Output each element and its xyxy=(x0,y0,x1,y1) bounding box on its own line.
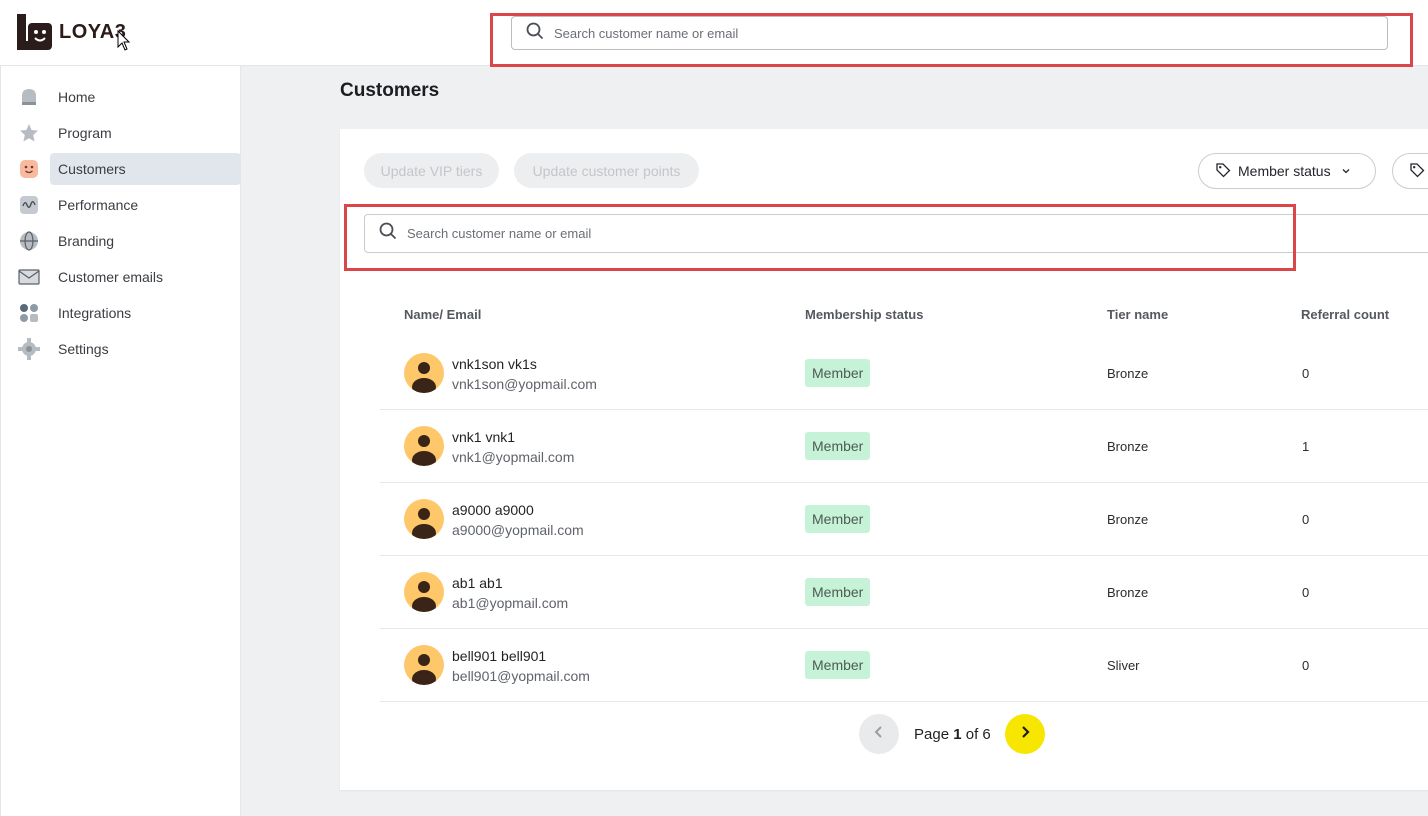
logo-mark-icon xyxy=(17,14,53,50)
sidebar-item-customer-emails[interactable]: Customer emails xyxy=(17,261,241,293)
column-header-status[interactable]: Membership status xyxy=(805,307,923,322)
mail-icon xyxy=(17,265,41,289)
star-icon xyxy=(17,121,41,145)
status-badge: Member xyxy=(805,651,871,679)
previous-page-button[interactable] xyxy=(859,714,899,754)
sidebar-item-label: Settings xyxy=(58,341,109,357)
sidebar-item-customers[interactable]: Customers xyxy=(17,153,241,185)
member-status-filter[interactable]: Member status xyxy=(1198,153,1376,189)
sidebar: Home Program Customers Performance Brand… xyxy=(0,66,241,816)
sidebar-item-home[interactable]: Home xyxy=(17,81,241,113)
status-badge: Member xyxy=(805,578,871,606)
highlight-box-header-search xyxy=(490,13,1413,67)
tier-name: Bronze xyxy=(1107,585,1149,600)
customer-email: bell901@yopmail.com xyxy=(452,668,590,684)
status-badge: Member xyxy=(805,432,871,460)
customer-name: bell901 bell901 xyxy=(452,648,547,664)
current-page: 1 xyxy=(953,726,962,743)
table-row[interactable]: bell901 bell901 bell901@yopmail.com Memb… xyxy=(380,629,1428,702)
update-customer-points-button[interactable]: Update customer points xyxy=(514,153,699,188)
sidebar-item-label: Program xyxy=(58,125,112,141)
tier-name: Bronze xyxy=(1107,366,1149,381)
grid-icon xyxy=(17,301,41,325)
wave-icon xyxy=(17,193,41,217)
logo[interactable]: LOYA3 xyxy=(17,14,126,50)
column-header-referral[interactable]: Referral count xyxy=(1301,307,1389,322)
table-row[interactable]: ab1 ab1 ab1@yopmail.com Member Bronze 0 xyxy=(380,556,1428,629)
next-page-button[interactable] xyxy=(1005,714,1045,754)
chevron-down-icon xyxy=(1341,163,1351,179)
column-header-tier[interactable]: Tier name xyxy=(1107,307,1168,322)
customer-name: vnk1 vnk1 xyxy=(452,429,516,445)
update-vip-tiers-button[interactable]: Update VIP tiers xyxy=(364,153,499,188)
tier-name: Sliver xyxy=(1107,658,1140,673)
avatar xyxy=(404,353,444,393)
tier-name: Bronze xyxy=(1107,512,1149,527)
tier-name: Bronze xyxy=(1107,439,1149,454)
sidebar-item-performance[interactable]: Performance xyxy=(17,189,241,221)
customer-email: a9000@yopmail.com xyxy=(452,522,584,538)
gear-icon xyxy=(17,337,41,361)
table-row[interactable]: a9000 a9000 a9000@yopmail.com Member Bro… xyxy=(380,483,1428,556)
page-title: Customers xyxy=(340,80,440,101)
chevron-right-icon xyxy=(1019,725,1031,744)
customer-name: ab1 ab1 xyxy=(452,575,503,591)
sidebar-item-label: Integrations xyxy=(58,305,132,321)
sidebar-item-integrations[interactable]: Integrations xyxy=(17,297,241,329)
customer-name: vnk1son vk1s xyxy=(452,356,537,372)
page-indicator: Page 1 of 6 xyxy=(914,726,991,743)
avatar xyxy=(404,645,444,685)
page-prefix: Page xyxy=(914,726,950,743)
sidebar-item-label: Customers xyxy=(58,161,126,177)
avatar xyxy=(404,426,444,466)
status-badge: Member xyxy=(805,505,871,533)
sidebar-item-program[interactable]: Program xyxy=(17,117,241,149)
referral-count: 1 xyxy=(1302,439,1310,454)
customer-email: vnk1son@yopmail.com xyxy=(452,376,597,392)
status-badge: Member xyxy=(805,359,871,387)
table-row[interactable]: vnk1son vk1s vnk1son@yopmail.com Member … xyxy=(380,337,1428,410)
tag-icon xyxy=(1215,162,1231,181)
sidebar-item-label: Branding xyxy=(58,233,115,249)
customer-name: a9000 a9000 xyxy=(452,502,534,518)
customer-email: vnk1@yopmail.com xyxy=(452,449,575,465)
referral-count: 0 xyxy=(1302,366,1310,381)
tag-icon xyxy=(1409,162,1425,181)
referral-count: 0 xyxy=(1302,585,1310,600)
referral-count: 0 xyxy=(1302,658,1310,673)
sidebar-item-settings[interactable]: Settings xyxy=(17,333,241,365)
table-row[interactable]: vnk1 vnk1 vnk1@yopmail.com Member Bronze… xyxy=(380,410,1428,483)
chevron-left-icon xyxy=(873,725,885,744)
globe-icon xyxy=(17,229,41,253)
sidebar-item-label: Performance xyxy=(58,197,139,213)
highlight-box-customer-search xyxy=(344,204,1296,271)
sidebar-item-branding[interactable]: Branding xyxy=(17,225,241,257)
smiley-icon xyxy=(17,157,41,181)
total-pages: 6 xyxy=(982,726,991,743)
page-separator: of xyxy=(965,726,979,743)
customer-email: ab1@yopmail.com xyxy=(452,595,569,611)
avatar xyxy=(404,499,444,539)
avatar xyxy=(404,572,444,612)
mouse-cursor-icon xyxy=(117,29,131,57)
member-status-label: Member status xyxy=(1238,163,1331,179)
home-icon xyxy=(17,85,41,109)
column-header-name[interactable]: Name/ Email xyxy=(404,307,481,322)
sidebar-item-label: Customer emails xyxy=(58,269,164,285)
secondary-filter-button[interactable] xyxy=(1392,153,1428,189)
sidebar-item-label: Home xyxy=(58,89,96,105)
top-bar: LOYA3 xyxy=(0,0,1428,67)
referral-count: 0 xyxy=(1302,512,1310,527)
